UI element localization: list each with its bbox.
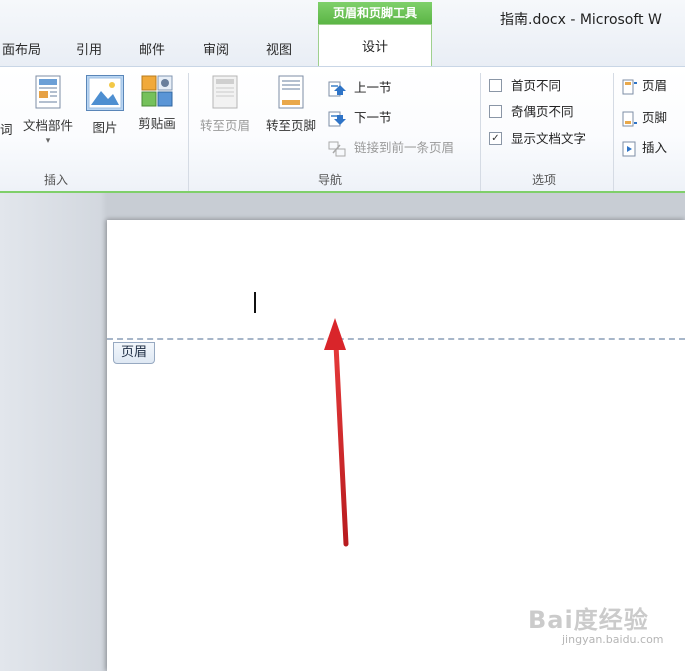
arrow-head (324, 318, 346, 350)
watermark-url: jingyan.baidu.com (562, 633, 664, 646)
annotation-arrow (324, 318, 349, 547)
watermark-logo: Bai度经验 (528, 606, 649, 634)
baidu-jingyan-watermark: Bai度经验 jingyan.baidu.com (528, 600, 678, 646)
arrow-shaft (333, 342, 349, 547)
